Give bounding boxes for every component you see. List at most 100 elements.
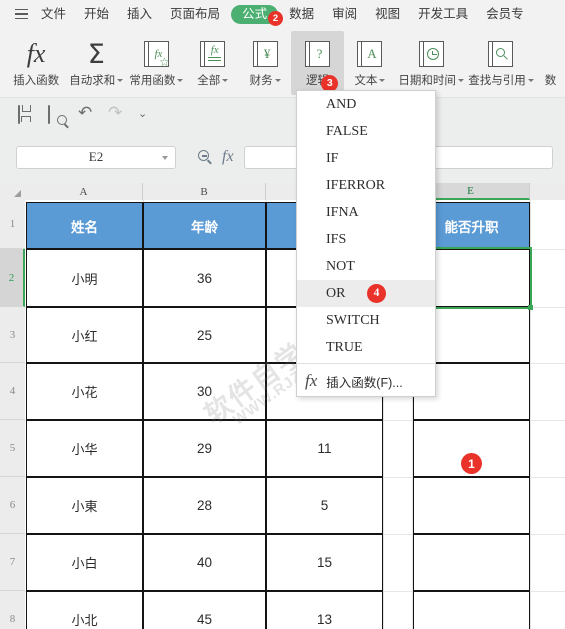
save-icon[interactable]	[18, 105, 35, 124]
menu-bar: 文件 开始 插入 页面布局 公式 2 数据 审阅 视图 开发工具 会员专	[0, 0, 565, 28]
dropdown-separator	[297, 363, 435, 364]
cell-e7[interactable]	[413, 534, 530, 591]
cell-a8[interactable]: 小北	[26, 591, 143, 629]
dropdown-item-ifna[interactable]: IFNA	[297, 199, 435, 226]
cell-b7[interactable]: 40	[143, 534, 266, 591]
row-header-7[interactable]: 7	[0, 534, 25, 591]
fill-handle[interactable]	[528, 305, 533, 310]
row-header-4[interactable]: 4	[0, 363, 25, 420]
step-badge-4: 4	[367, 284, 386, 303]
dropdown-item-true[interactable]: TRUE	[297, 334, 435, 361]
cell-b3[interactable]: 25	[143, 307, 266, 363]
ribbon-autosum-button[interactable]: Σ 自动求和	[66, 31, 126, 95]
zoom-out-icon[interactable]	[198, 150, 212, 165]
ribbon-text-button[interactable]: A 文本	[344, 31, 396, 95]
dropdown-item-or[interactable]: OR 4	[297, 280, 435, 307]
ribbon-financial-button[interactable]: ¥ 财务	[239, 31, 291, 95]
menu-item-file[interactable]: 文件	[32, 0, 75, 28]
row-header-1[interactable]: 1	[0, 200, 25, 249]
cell-a4[interactable]: 小花	[26, 363, 143, 420]
ribbon-insert-function-button[interactable]: fx 插入函数	[6, 31, 66, 95]
dropdown-item-iferror[interactable]: IFERROR	[297, 172, 435, 199]
dropdown-item-and[interactable]: AND	[297, 91, 435, 118]
cell-a5[interactable]: 小华	[26, 420, 143, 477]
cell-a7[interactable]: 小白	[26, 534, 143, 591]
cell-b5[interactable]: 29	[143, 420, 266, 477]
menu-item-page-layout[interactable]: 页面布局	[161, 0, 229, 28]
chevron-down-icon[interactable]: ⌄	[138, 106, 155, 123]
row-header-2[interactable]: 2	[0, 249, 25, 307]
chevron-down-icon	[117, 78, 124, 82]
ribbon-all-functions-button[interactable]: fx 全部	[187, 31, 239, 95]
menu-item-view[interactable]: 视图	[366, 0, 409, 28]
column-header-a[interactable]: A	[25, 183, 143, 200]
fx-icon: fx	[26, 39, 46, 68]
cell-c6[interactable]: 5	[266, 477, 383, 534]
formula-bar: E2 fx	[0, 131, 565, 183]
undo-icon[interactable]: ↶	[78, 105, 95, 123]
menu-item-insert[interactable]: 插入	[118, 0, 161, 28]
chevron-down-icon	[457, 78, 464, 82]
ribbon-toolbar: fx 插入函数 Σ 自动求和 fx ☆ 常用函数 fx 全部 ¥ 财务 ? 逻辑…	[0, 28, 565, 98]
cell-b1[interactable]: 年龄	[143, 202, 266, 249]
ribbon-text-label: 文本	[354, 75, 378, 87]
ribbon-date-time-button[interactable]: 日期和时间	[396, 31, 466, 95]
ribbon-math-button[interactable]: 数	[536, 31, 565, 95]
column-header-f[interactable]	[530, 183, 565, 200]
cell-a1[interactable]: 姓名	[26, 202, 143, 249]
select-all-corner[interactable]	[0, 183, 25, 200]
hamburger-icon[interactable]	[10, 0, 32, 28]
row-header-3[interactable]: 3	[0, 307, 25, 363]
cell-c8[interactable]: 13	[266, 591, 383, 629]
chevron-down-icon	[274, 78, 281, 82]
fx-icon[interactable]: fx	[222, 148, 234, 166]
name-box[interactable]: E2	[16, 145, 176, 169]
cell-a2[interactable]: 小明	[26, 249, 143, 307]
cell-c7[interactable]: 15	[266, 534, 383, 591]
cell-a3[interactable]: 小红	[26, 307, 143, 363]
cell-e8[interactable]	[413, 591, 530, 629]
menu-item-dev-tools[interactable]: 开发工具	[409, 0, 477, 28]
chevron-down-icon	[222, 78, 229, 82]
ribbon-autosum-label: 自动求和	[69, 75, 116, 87]
menu-item-member[interactable]: 会员专	[477, 0, 533, 28]
cell-c5[interactable]: 11	[266, 420, 383, 477]
ribbon-logical-button[interactable]: ? 逻辑 3	[291, 31, 344, 95]
chevron-down-icon	[379, 78, 386, 82]
ribbon-common-functions-label: 常用函数	[129, 75, 176, 87]
book-fx-icon: fx	[200, 37, 226, 71]
row-header-6[interactable]: 6	[0, 477, 25, 534]
book-clock-icon	[418, 37, 444, 71]
redo-icon[interactable]: ↷	[108, 105, 125, 123]
ribbon-insert-function-label: 插入函数	[13, 75, 60, 87]
cell-b4[interactable]: 30	[143, 363, 266, 420]
cell-b6[interactable]: 28	[143, 477, 266, 534]
cell-b8[interactable]: 45	[143, 591, 266, 629]
dropdown-insert-function[interactable]: fx 插入函数(F)...	[297, 366, 435, 396]
dropdown-item-false[interactable]: FALSE	[297, 118, 435, 145]
cell-b2[interactable]: 36	[143, 249, 266, 307]
step-badge-1: 1	[461, 453, 482, 474]
book-a-icon: A	[357, 37, 383, 71]
book-fx-star-icon: fx ☆	[143, 37, 170, 71]
ribbon-lookup-reference-button[interactable]: 查找与引用	[466, 31, 536, 95]
cell-e6[interactable]	[413, 477, 530, 534]
book-question-icon: ?	[305, 37, 331, 71]
dropdown-item-not[interactable]: NOT	[297, 253, 435, 280]
column-header-b[interactable]: B	[143, 183, 266, 200]
wps-spreadsheet-window: 文件 开始 插入 页面布局 公式 2 数据 审阅 视图 开发工具 会员专 fx …	[0, 0, 565, 629]
menu-item-formula[interactable]: 公式 2	[231, 4, 284, 26]
row-header-5[interactable]: 5	[0, 420, 25, 477]
print-preview-icon[interactable]	[48, 105, 65, 124]
dropdown-item-switch[interactable]: SWITCH	[297, 307, 435, 334]
chevron-down-icon[interactable]	[162, 155, 168, 160]
row-header-8[interactable]: 8	[0, 591, 25, 629]
menu-item-data[interactable]: 数据	[280, 0, 323, 28]
menu-item-review[interactable]: 审阅	[323, 0, 366, 28]
ribbon-common-functions-button[interactable]: fx ☆ 常用函数	[126, 31, 186, 95]
dropdown-item-if[interactable]: IF	[297, 145, 435, 172]
dropdown-item-ifs[interactable]: IFS	[297, 226, 435, 253]
menu-item-home[interactable]: 开始	[75, 0, 118, 28]
cell-a6[interactable]: 小東	[26, 477, 143, 534]
ribbon-lookup-reference-label: 查找与引用	[468, 75, 526, 87]
